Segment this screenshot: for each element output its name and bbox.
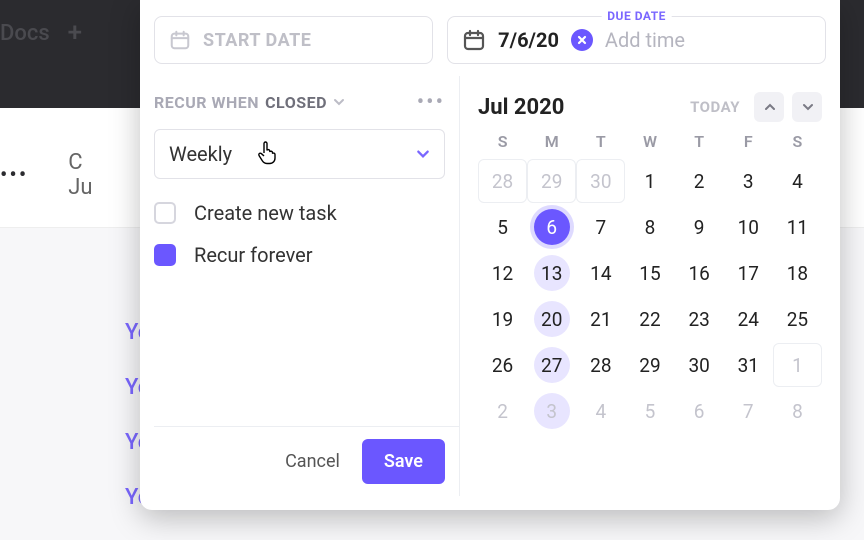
start-date-input[interactable]: START DATE: [154, 16, 433, 64]
calendar-day[interactable]: 28: [576, 343, 625, 387]
prev-month-button[interactable]: [754, 92, 784, 122]
calendar-day[interactable]: 2: [478, 389, 527, 433]
chevron-down-icon: [416, 142, 430, 166]
calendar-day[interactable]: 8: [773, 389, 822, 433]
calendar-day-header: M: [527, 132, 576, 151]
due-date-label: DUE DATE: [601, 9, 672, 23]
calendar-day-headers: SMTWTFS: [478, 132, 822, 151]
calendar-day[interactable]: 6: [527, 205, 576, 249]
calendar-day[interactable]: 8: [625, 205, 674, 249]
recur-when-dropdown[interactable]: RECUR WHEN CLOSED: [154, 93, 345, 112]
calendar-day[interactable]: 16: [675, 251, 724, 295]
calendar-day[interactable]: 23: [675, 297, 724, 341]
calendar-day-header: T: [576, 132, 625, 151]
calendar-day-header: S: [773, 132, 822, 151]
save-button[interactable]: Save: [362, 439, 445, 484]
calendar-day[interactable]: 5: [478, 205, 527, 249]
calendar-month-label: Jul 2020: [478, 95, 564, 120]
calendar-day[interactable]: 1: [773, 343, 822, 387]
recur-forever-option[interactable]: Recur forever: [154, 243, 445, 267]
calendar-day[interactable]: 15: [625, 251, 674, 295]
calendar-day[interactable]: 21: [576, 297, 625, 341]
date-recurrence-modal: START DATE DUE DATE 7/6/20 Add time RECU…: [140, 0, 840, 510]
frequency-value: Weekly: [169, 142, 232, 166]
next-month-button[interactable]: [792, 92, 822, 122]
today-button[interactable]: TODAY: [690, 98, 740, 116]
calendar-day[interactable]: 12: [478, 251, 527, 295]
calendar-day[interactable]: 4: [773, 159, 822, 203]
calendar-day[interactable]: 13: [527, 251, 576, 295]
calendar-day[interactable]: 11: [773, 205, 822, 249]
calendar-icon: [462, 28, 486, 52]
overflow-icon[interactable]: •••: [0, 163, 28, 188]
due-date-input[interactable]: DUE DATE 7/6/20 Add time: [447, 16, 826, 64]
nav-add[interactable]: +: [68, 18, 82, 48]
bg-text-line1: C: [68, 150, 92, 175]
add-time-button[interactable]: Add time: [605, 28, 685, 52]
calendar-day[interactable]: 5: [625, 389, 674, 433]
create-new-task-label: Create new task: [194, 201, 337, 225]
calendar-day[interactable]: 17: [724, 251, 773, 295]
recur-when-label: RECUR WHEN: [154, 93, 259, 112]
calendar-day[interactable]: 3: [527, 389, 576, 433]
calendar-day-header: T: [675, 132, 724, 151]
calendar-panel: Jul 2020 TODAY SMTWTFS 28293012345678910…: [460, 76, 840, 496]
background-row: ••• C Ju: [0, 150, 93, 200]
calendar-day[interactable]: 27: [527, 343, 576, 387]
calendar-day-header: F: [724, 132, 773, 151]
calendar-day[interactable]: 20: [527, 297, 576, 341]
calendar-day[interactable]: 31: [724, 343, 773, 387]
calendar-day[interactable]: 30: [675, 343, 724, 387]
due-date-value: 7/6/20: [498, 28, 559, 52]
create-new-task-option[interactable]: Create new task: [154, 201, 445, 225]
calendar-day-header: S: [478, 132, 527, 151]
calendar-day[interactable]: 14: [576, 251, 625, 295]
calendar-day[interactable]: 29: [625, 343, 674, 387]
calendar-day[interactable]: 18: [773, 251, 822, 295]
nav-docs[interactable]: Docs: [0, 21, 50, 46]
calendar-day[interactable]: 2: [675, 159, 724, 203]
calendar-day[interactable]: 25: [773, 297, 822, 341]
calendar-day[interactable]: 7: [724, 389, 773, 433]
frequency-select[interactable]: Weekly: [154, 129, 445, 179]
recur-when-status: CLOSED: [265, 93, 327, 112]
modal-footer: Cancel Save: [154, 426, 459, 496]
calendar-day[interactable]: 9: [675, 205, 724, 249]
calendar-day[interactable]: 4: [576, 389, 625, 433]
calendar-day[interactable]: 24: [724, 297, 773, 341]
calendar-day[interactable]: 10: [724, 205, 773, 249]
checkbox-unchecked-icon: [154, 202, 176, 224]
clear-due-date-button[interactable]: [571, 29, 593, 51]
recur-forever-label: Recur forever: [194, 243, 313, 267]
cursor-pointer-icon: [255, 138, 279, 171]
calendar-day[interactable]: 3: [724, 159, 773, 203]
calendar-day[interactable]: 7: [576, 205, 625, 249]
calendar-day[interactable]: 29: [527, 159, 576, 203]
checkbox-checked-icon: [154, 244, 176, 266]
calendar-day[interactable]: 30: [576, 159, 625, 203]
chevron-down-icon: [333, 93, 345, 112]
calendar-day[interactable]: 22: [625, 297, 674, 341]
calendar-day[interactable]: 1: [625, 159, 674, 203]
calendar-day[interactable]: 28: [478, 159, 527, 203]
calendar-grid: 2829301234567891011121314151617181920212…: [478, 159, 822, 433]
start-date-placeholder: START DATE: [203, 30, 311, 51]
recur-more-menu[interactable]: •••: [417, 90, 445, 115]
calendar-day[interactable]: 26: [478, 343, 527, 387]
calendar-day-header: W: [625, 132, 674, 151]
cancel-button[interactable]: Cancel: [277, 441, 348, 482]
calendar-icon: [169, 29, 191, 51]
calendar-day[interactable]: 19: [478, 297, 527, 341]
calendar-day[interactable]: 6: [675, 389, 724, 433]
bg-text-line2: Ju: [68, 175, 92, 200]
recurrence-panel: RECUR WHEN CLOSED ••• Weekly: [140, 76, 460, 496]
